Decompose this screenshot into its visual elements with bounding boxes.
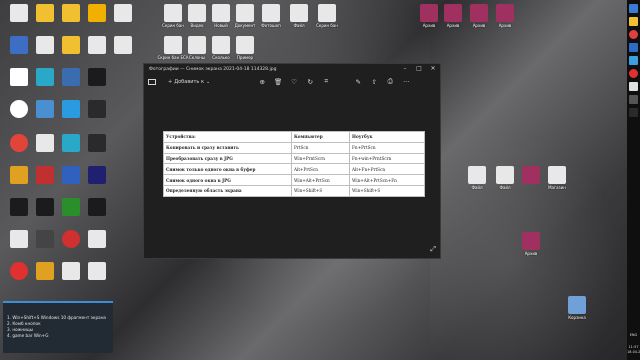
table-header: Устройства:	[163, 131, 292, 143]
app-icon[interactable]	[629, 95, 638, 104]
edit-icon[interactable]: ✎	[350, 78, 366, 86]
table-cell: Win+Alt+PrtScn	[291, 174, 350, 186]
favorite-icon[interactable]: ♡	[286, 78, 302, 86]
share-icon[interactable]: ⇧	[366, 78, 382, 86]
desktop-icon[interactable]	[80, 68, 114, 86]
table-row: Снимок одного окна в JPG Win+Alt+PrtScn …	[163, 174, 425, 186]
fullscreen-icon[interactable]: ⤢	[430, 245, 436, 254]
crop-icon[interactable]: ⌗	[318, 77, 334, 86]
delete-icon[interactable]: 🗑	[270, 78, 286, 86]
table-cell: Fn+PrtScn	[349, 141, 425, 154]
desktop-icon[interactable]: Скрин бан	[310, 4, 344, 28]
photos-window: Фотографии — Снимок экрана 2021-04-18 11…	[143, 63, 441, 259]
table-cell: Win+Alt+PrtScn+Fn	[349, 174, 425, 186]
table-cell: Копировать и сразу вставить	[163, 141, 292, 154]
table-row: Снимок только одного окна в буфер Alt+Pr…	[163, 163, 425, 176]
desktop-icon[interactable]	[80, 100, 114, 118]
see-all-photos-button[interactable]	[148, 78, 162, 85]
desktop-icon[interactable]	[80, 198, 114, 216]
table-row: Преобразовать сразу в JPG Win+PrntScrn F…	[163, 152, 425, 165]
print-icon[interactable]: ⎙	[382, 77, 398, 86]
archive-icon[interactable]: Архив	[488, 4, 522, 28]
gallery-icon	[148, 78, 156, 85]
desktop-icon[interactable]	[106, 36, 140, 54]
table-cell: Alt+Fn+PrtScn	[349, 163, 425, 176]
add-to-button[interactable]: + Добавить к ⌄	[168, 79, 210, 85]
minimize-button[interactable]: –	[398, 64, 412, 74]
table-cell: Alt+PrtScn	[291, 163, 350, 176]
app-icon[interactable]	[629, 56, 638, 65]
clock-date[interactable]: 18.04.2021	[627, 350, 640, 355]
language-indicator[interactable]: ENG	[627, 333, 640, 338]
add-to-label: Добавить к	[174, 78, 204, 85]
app-icon[interactable]	[629, 43, 638, 52]
desktop-icon[interactable]	[106, 4, 140, 22]
title-bar: Фотографии — Снимок экрана 2021-04-18 11…	[144, 64, 440, 74]
window-title: Фотографии — Снимок экрана 2021-04-18 11…	[149, 66, 277, 72]
taskbar: ENG 11:57 18.04.2021	[627, 0, 640, 360]
desktop-icon[interactable]	[80, 134, 114, 152]
chrome-icon[interactable]	[629, 30, 638, 39]
desktop-icon[interactable]: Магазин	[540, 166, 574, 190]
archive-icon[interactable]: Архив	[514, 232, 548, 256]
screenshot-image: Устройства: Компьютер Ноутбук Копировать…	[163, 131, 425, 197]
table-cell: Win+PrntScrn	[291, 152, 350, 165]
hotkeys-table: Устройства: Компьютер Ноутбук Копировать…	[163, 131, 425, 197]
app-icon[interactable]	[629, 82, 638, 91]
zoom-icon[interactable]: ⊕	[254, 78, 270, 86]
table-row: Определенную область экрана Win+Shift+S …	[163, 184, 425, 197]
table-header: Компьютер	[291, 131, 350, 143]
table-header: Ноутбук	[349, 131, 425, 143]
table-cell: Win+Shift+S	[349, 184, 425, 197]
table-cell: Снимок одного окна в JPG	[163, 174, 292, 186]
table-cell: Преобразовать сразу в JPG	[163, 152, 292, 165]
desktop-icon[interactable]	[80, 166, 114, 184]
rotate-icon[interactable]: ↻	[302, 78, 318, 86]
sticky-note[interactable]: 1. Win+Shift+S Windows 10 фрагмент экран…	[3, 301, 113, 353]
desktop-icon[interactable]: Пример	[228, 36, 262, 60]
note-line: 4. game bar Win+G	[7, 333, 49, 338]
start-icon[interactable]	[629, 4, 638, 13]
table-cell: Fn+win+PrntScrn	[349, 152, 425, 165]
chevron-down-icon: ⌄	[205, 78, 211, 85]
app-icon[interactable]	[629, 108, 638, 117]
desktop-icon[interactable]	[80, 230, 114, 248]
desktop-icon[interactable]	[80, 262, 114, 280]
explorer-icon[interactable]	[629, 17, 638, 26]
more-icon[interactable]: ···	[398, 78, 414, 86]
photos-toolbar: + Добавить к ⌄ ⊕ 🗑 ♡ ↻ ⌗ ✎ ⇧ ⎙ ···	[144, 74, 440, 89]
close-button[interactable]: ✕	[426, 64, 440, 74]
table-cell: PrtScn	[291, 141, 350, 154]
table-header-row: Устройства: Компьютер Ноутбук	[163, 131, 425, 143]
recycle-bin-icon[interactable]: Корзина	[560, 296, 594, 320]
maximize-button[interactable]: □	[412, 64, 426, 74]
table-cell: Снимок только одного окна в буфер	[163, 163, 292, 176]
clock-time[interactable]: 11:57	[627, 345, 640, 350]
table-row: Копировать и сразу вставить PrtScn Fn+Pr…	[163, 141, 425, 154]
table-cell: Win+Shift+S	[291, 184, 350, 197]
table-cell: Определенную область экрана	[163, 184, 292, 197]
yandex-icon[interactable]	[629, 69, 638, 78]
plus-icon: +	[168, 78, 173, 85]
